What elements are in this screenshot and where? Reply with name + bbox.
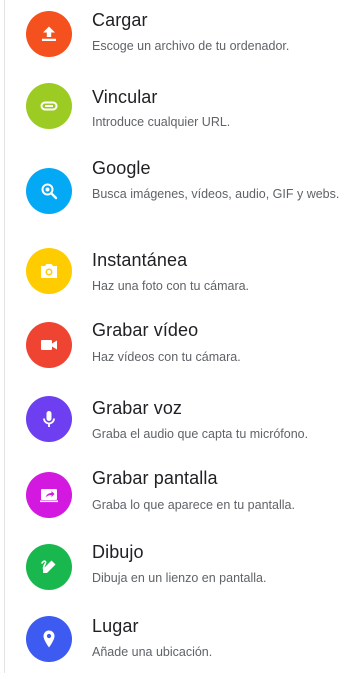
microphone-icon xyxy=(26,396,72,442)
search-web-icon xyxy=(26,168,72,214)
menu-item-description: Graba el audio que capta tu micrófono. xyxy=(92,427,309,441)
upload-icon xyxy=(26,11,72,57)
menu-item-instantanea[interactable]: Instantánea Haz una foto con tu cámara. xyxy=(0,240,343,314)
menu-item-lugar[interactable]: Lugar Añade una ubicación. xyxy=(0,608,343,673)
menu-item-title: Dibujo xyxy=(92,542,144,562)
camera-icon xyxy=(26,248,72,294)
add-content-menu: Cargar Escoge un archivo de tu ordenador… xyxy=(0,0,343,673)
location-pin-icon xyxy=(26,616,72,662)
menu-item-description: Introduce cualquier URL. xyxy=(92,115,231,129)
menu-item-title: Lugar xyxy=(92,616,139,636)
menu-item-description: Haz vídeos con tu cámara. xyxy=(92,350,241,364)
menu-item-description: Busca imágenes, vídeos, audio, GIF y web… xyxy=(92,187,340,201)
menu-item-vincular[interactable]: Vincular Introduce cualquier URL. xyxy=(0,74,343,148)
menu-item-title: Grabar voz xyxy=(92,398,183,418)
menu-item-title: Instantánea xyxy=(92,250,188,270)
menu-item-title: Grabar vídeo xyxy=(92,320,199,340)
menu-item-grabar-pantalla[interactable]: Grabar pantalla Graba lo que aparece en … xyxy=(0,462,343,536)
menu-item-grabar-voz[interactable]: Grabar voz Graba el audio que capta tu m… xyxy=(0,388,343,462)
menu-item-dibujo[interactable]: Dibujo Dibuja en un lienzo en pantalla. xyxy=(0,536,343,610)
menu-item-description: Dibuja en un lienzo en pantalla. xyxy=(92,571,267,585)
menu-item-title: Grabar pantalla xyxy=(92,468,218,488)
menu-item-description: Haz una foto con tu cámara. xyxy=(92,279,250,293)
menu-item-grabar-video[interactable]: Grabar vídeo Haz vídeos con tu cámara. xyxy=(0,314,343,388)
menu-item-title: Cargar xyxy=(92,10,148,30)
menu-item-description: Añade una ubicación. xyxy=(92,645,213,659)
menu-item-description: Graba lo que aparece en tu pantalla. xyxy=(92,498,295,512)
menu-item-cargar[interactable]: Cargar Escoge un archivo de tu ordenador… xyxy=(0,0,343,72)
menu-item-google[interactable]: Google Busca imágenes, vídeos, audio, GI… xyxy=(0,148,343,238)
screen-share-icon xyxy=(26,472,72,518)
menu-item-title: Vincular xyxy=(92,87,158,107)
video-camera-icon xyxy=(26,322,72,368)
draw-icon xyxy=(26,544,72,590)
menu-item-description: Escoge un archivo de tu ordenador. xyxy=(92,39,290,53)
menu-item-title: Google xyxy=(92,158,151,178)
link-icon xyxy=(26,83,72,129)
